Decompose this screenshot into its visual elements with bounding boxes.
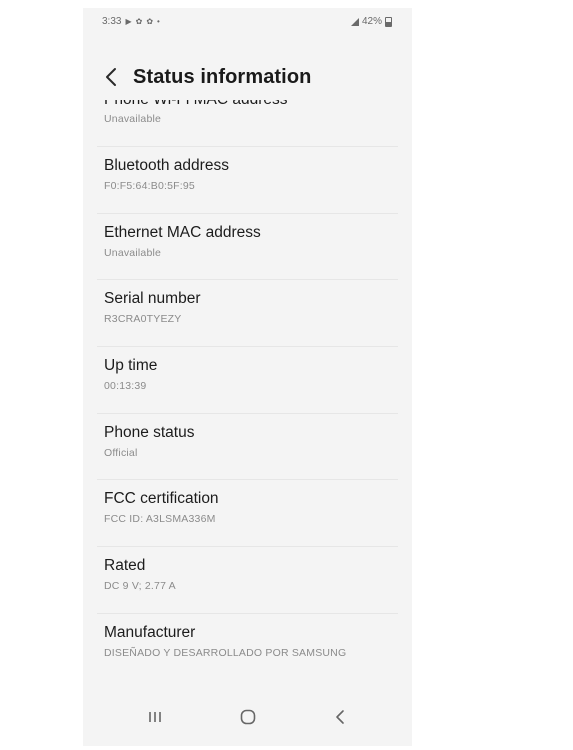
list-item-bluetooth-address[interactable]: Bluetooth address F0:F5:64:B0:5F:95 [97,147,398,214]
item-title: Up time [104,357,158,375]
list-item-phone-status[interactable]: Phone status Official [97,414,398,481]
item-value: DC 9 V; 2.77 A [104,580,176,593]
status-bar: 3:33 ▶ ✿ ✿ • 42% [83,8,412,34]
item-title: Phone status [104,423,195,441]
settings-icon: ✿ [146,16,154,26]
settings-icon: ✿ [135,16,143,26]
item-value: 00:13:39 [104,380,147,393]
item-value: Unavailable [104,113,162,125]
item-value: DISEÑADO Y DESARROLLADO POR SAMSUNG [104,646,347,659]
list-item-fcc-certification[interactable]: FCC certification FCC ID: A3LSMA336M [97,480,398,548]
item-value: Unavailable [104,246,162,259]
app-header: Status information [83,56,412,100]
status-time: 3:33 [102,16,122,27]
status-left: 3:33 ▶ ✿ ✿ • [102,16,160,27]
item-title: FCC certification [104,490,219,508]
page-title: Status information [133,66,312,88]
chevron-left-icon [106,68,116,86]
home-button[interactable] [233,702,263,732]
item-value: Official [104,446,138,459]
battery-icon [385,16,392,27]
item-title: Rated [104,557,146,575]
home-icon [240,709,256,725]
item-title: Bluetooth address [104,157,229,174]
play-icon: ▶ [125,16,132,26]
item-value: F0:F5:64:B0:5F:95 [104,180,195,192]
item-title: Serial number [104,290,201,308]
item-title: Manufacturer [104,623,196,641]
item-title: Phone Wi-Fi MAC address [104,100,287,109]
status-list[interactable]: Phone Wi-Fi MAC address Unavailable Blue… [83,100,412,690]
item-value: R3CRA0TYEZY [104,313,182,326]
list-item-manufacturer[interactable]: Manufacturer DISEÑADO Y DESARROLLADO POR… [97,614,398,681]
list-item-ethernet-mac[interactable]: Ethernet MAC address Unavailable [97,214,398,281]
item-value: FCC ID: A3LSMA336M [104,513,216,526]
back-button[interactable] [99,64,125,90]
list-item-up-time[interactable]: Up time 00:13:39 [97,347,398,414]
back-icon [336,710,344,724]
nav-back-button[interactable] [326,702,356,732]
phone-screen: 3:33 ▶ ✿ ✿ • 42% Status information Phon… [83,8,412,746]
recents-icon [149,712,161,722]
dot-icon: • [157,16,160,26]
item-title: Ethernet MAC address [104,223,261,241]
status-right: 42% [350,16,392,27]
signal-icon [350,17,359,26]
list-item-serial-number[interactable]: Serial number R3CRA0TYEZY [97,280,398,348]
list-item-wifi-mac[interactable]: Phone Wi-Fi MAC address Unavailable [97,100,398,147]
navigation-bar [83,690,412,746]
recents-button[interactable] [140,702,170,732]
battery-percent: 42% [361,16,382,27]
list-item-rated[interactable]: Rated DC 9 V; 2.77 A [97,547,398,614]
